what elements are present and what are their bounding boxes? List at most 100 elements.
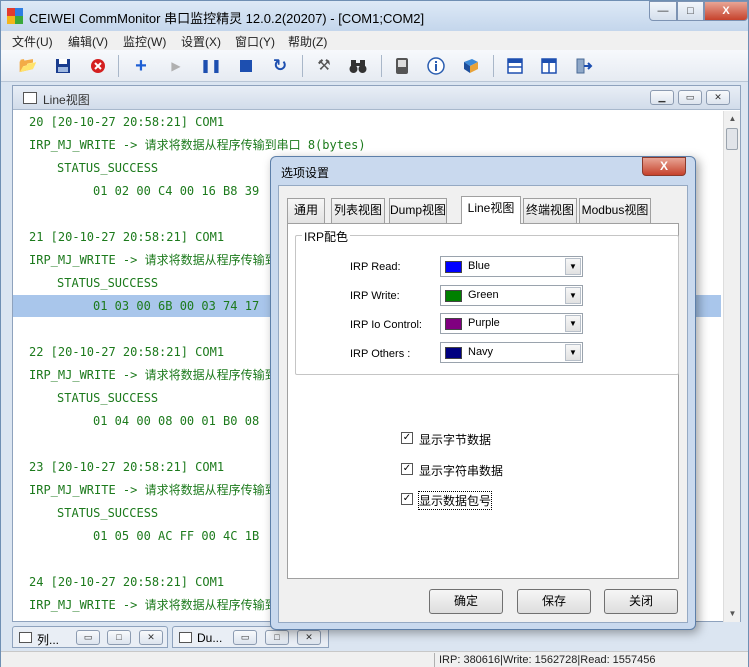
tab-general[interactable]: 通用 [287, 198, 325, 223]
show-string-data-checkbox[interactable]: ✓ [401, 463, 413, 475]
child-restore-button[interactable]: ▭ [678, 90, 702, 105]
tools-icon[interactable]: ⚒ [313, 55, 335, 77]
menu-help[interactable]: 帮助(Z) [288, 33, 327, 50]
child-minimize-button[interactable]: ▁ [650, 90, 674, 105]
menu-file[interactable]: 文件(U) [12, 33, 53, 50]
irp-others-color-select[interactable]: Navy ▼ [440, 342, 583, 363]
menu-settings[interactable]: 设置(X) [181, 33, 221, 50]
open-folder-icon[interactable]: 📂 [17, 55, 39, 77]
status-counters: IRP: 380616|Write: 1562728|Read: 1557456 [439, 654, 656, 666]
tab-line-view[interactable]: Line视图 [461, 196, 521, 224]
pause-icon[interactable]: ❚❚ [200, 55, 222, 77]
color-swatch [445, 347, 462, 359]
tab-close-button[interactable]: ✕ [297, 630, 321, 645]
scroll-down-arrow[interactable]: ▼ [724, 606, 741, 622]
options-dialog: 选项设置 X 通用 列表视图 Dump视图 Line视图 终端视图 Modbus… [270, 156, 696, 630]
tab-terminal-view[interactable]: 终端视图 [523, 198, 577, 223]
device-icon[interactable] [391, 55, 413, 77]
exit-icon[interactable] [573, 55, 595, 77]
chevron-down-icon[interactable]: ▼ [565, 258, 581, 275]
child-close-button[interactable]: ✕ [706, 90, 730, 105]
irp-write-color-select[interactable]: Green ▼ [440, 285, 583, 306]
tab-close-button[interactable]: ✕ [139, 630, 163, 645]
dialog-body: 通用 列表视图 Dump视图 Line视图 终端视图 Modbus视图 IRP配… [278, 185, 688, 623]
irp-others-label: IRP Others : [350, 348, 411, 360]
show-string-data-label: 显示字符串数据 [419, 464, 504, 478]
toolbar-separator [493, 55, 494, 77]
bottom-tab-list-view[interactable]: 列... ▭ □ ✕ [12, 626, 168, 648]
show-packet-number-checkbox[interactable]: ✓ [401, 493, 413, 505]
binoculars-icon[interactable] [347, 55, 369, 77]
chevron-down-icon[interactable]: ▼ [565, 315, 581, 332]
bottom-tab-label: 列... [37, 633, 60, 647]
stop-red-icon[interactable] [87, 55, 109, 77]
vertical-scrollbar[interactable]: ▲ ▼ [723, 111, 740, 622]
irp-color-group: IRP配色 IRP Read: Blue ▼ IRP Write: Green … [295, 228, 679, 375]
toolbar-separator [381, 55, 382, 77]
selected-color: Purple [468, 317, 500, 329]
tab-dump-view[interactable]: Dump视图 [389, 198, 447, 223]
color-swatch [445, 261, 462, 273]
tab-maximize-button[interactable]: □ [265, 630, 289, 645]
menu-monitor[interactable]: 监控(W) [123, 33, 166, 50]
tab-modbus-view[interactable]: Modbus视图 [579, 198, 651, 223]
toolbar-separator [302, 55, 303, 77]
log-line[interactable]: 20 [20-10-27 20:58:21] COM1 [13, 111, 721, 133]
scroll-thumb[interactable] [726, 128, 738, 150]
app-logo-icon [7, 8, 23, 24]
ok-button[interactable]: 确定 [429, 589, 503, 614]
dialog-close-button[interactable]: X [642, 157, 686, 176]
maximize-button[interactable]: □ [677, 1, 704, 21]
close-dialog-button[interactable]: 关闭 [604, 589, 678, 614]
book-icon[interactable] [460, 55, 482, 77]
log-line[interactable]: IRP_MJ_WRITE -> 请求将数据从程序传输到串口 8(bytes) [13, 134, 721, 156]
menu-bar: 文件(U) 编辑(V) 监控(W) 设置(X) 窗口(Y) 帮助(Z) [1, 31, 748, 50]
play-icon[interactable]: ▶ [165, 55, 187, 77]
tab-list-view[interactable]: 列表视图 [331, 198, 385, 223]
menu-window[interactable]: 窗口(Y) [235, 33, 275, 50]
irp-io-control-color-select[interactable]: Purple ▼ [440, 313, 583, 334]
menu-edit[interactable]: 编辑(V) [68, 33, 108, 50]
bottom-tab-label: Du... [197, 631, 223, 645]
close-button[interactable]: X [704, 1, 748, 21]
window-icon [179, 632, 192, 643]
line-view-titlebar[interactable]: Line视图 ▁ ▭ ✕ [13, 86, 740, 110]
dialog-title: 选项设置 [281, 166, 330, 180]
color-swatch [445, 318, 462, 330]
tab-restore-button[interactable]: ▭ [233, 630, 257, 645]
stop-icon[interactable] [235, 55, 257, 77]
chevron-down-icon[interactable]: ▼ [565, 344, 581, 361]
info-icon[interactable] [425, 55, 447, 77]
group-title: IRP配色 [302, 228, 351, 245]
selected-color: Navy [468, 346, 494, 358]
status-divider [434, 653, 435, 667]
title-bar[interactable]: CEIWEI CommMonitor 串口监控精灵 12.0.2(20207) … [1, 1, 748, 31]
split-vertical-icon[interactable] [538, 55, 560, 77]
irp-read-label: IRP Read: [350, 261, 401, 273]
window-icon [19, 632, 32, 643]
tab-maximize-button[interactable]: □ [107, 630, 131, 645]
window-icon [23, 92, 37, 104]
save-icon[interactable] [52, 55, 74, 77]
irp-write-label: IRP Write: [350, 290, 400, 302]
selected-color: Green [468, 289, 499, 301]
show-byte-data-checkbox[interactable]: ✓ [401, 432, 413, 444]
refresh-icon[interactable]: ↻ [269, 55, 291, 77]
show-byte-data-label: 显示字节数据 [419, 433, 492, 447]
save-button[interactable]: 保存 [517, 589, 591, 614]
color-swatch [445, 290, 462, 302]
split-horizontal-icon[interactable] [504, 55, 526, 77]
status-bar: IRP: 380616|Write: 1562728|Read: 1557456 [1, 651, 748, 667]
scroll-up-arrow[interactable]: ▲ [724, 111, 741, 127]
minimize-button[interactable]: — [649, 1, 677, 21]
irp-read-color-select[interactable]: Blue ▼ [440, 256, 583, 277]
selected-color: Blue [468, 260, 491, 272]
toolbar-separator [118, 55, 119, 77]
line-view-settings-panel: IRP配色 IRP Read: Blue ▼ IRP Write: Green … [287, 223, 679, 579]
show-packet-number-label: 显示数据包号 [417, 491, 493, 510]
chevron-down-icon[interactable]: ▼ [565, 287, 581, 304]
tab-restore-button[interactable]: ▭ [76, 630, 100, 645]
irp-io-control-label: IRP Io Control: [350, 319, 422, 331]
line-view-title: Line视图 [43, 93, 90, 107]
add-icon[interactable]: + [130, 55, 152, 77]
